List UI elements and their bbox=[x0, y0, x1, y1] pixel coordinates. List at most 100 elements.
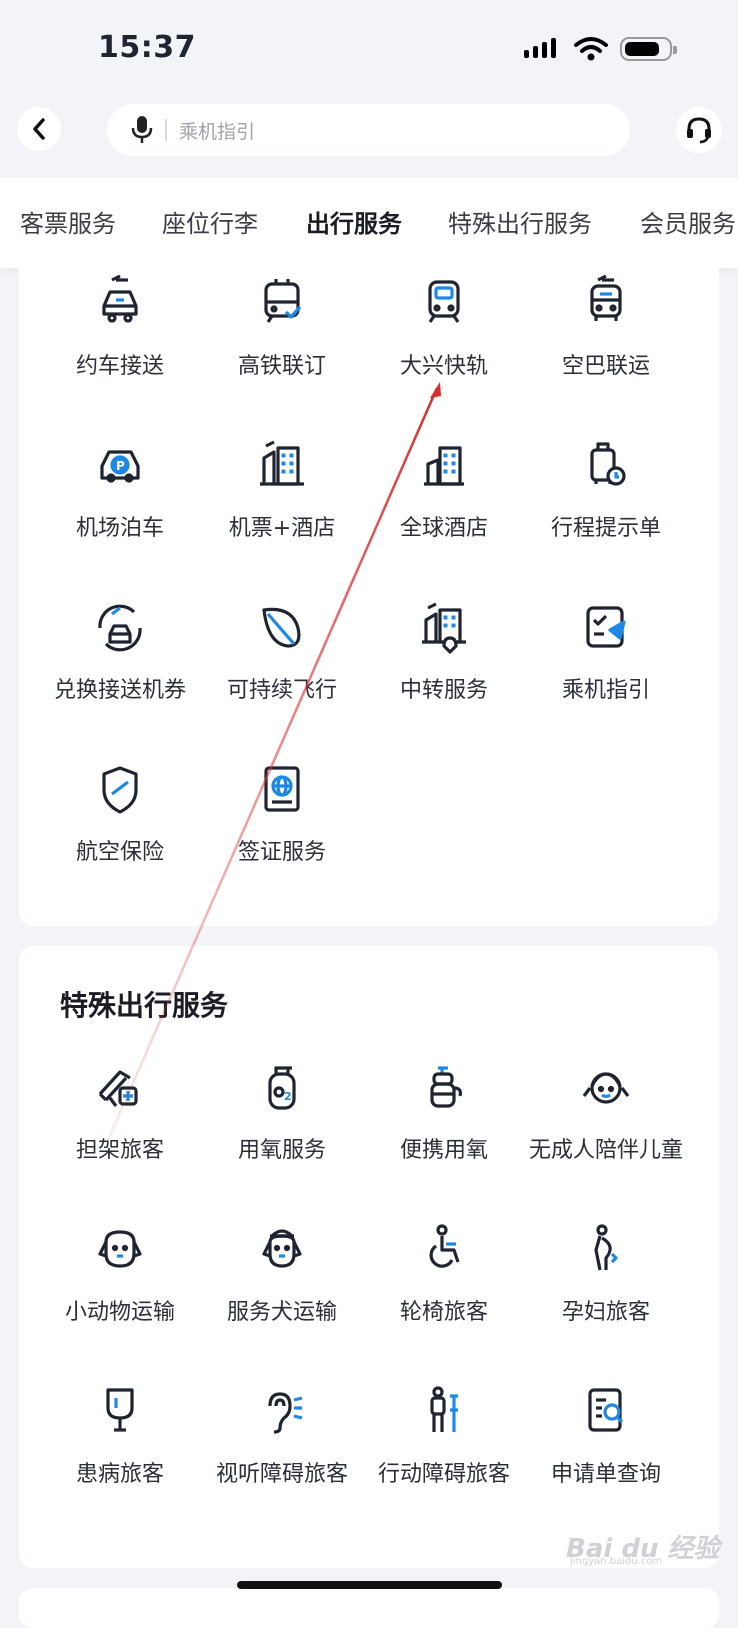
special-label: 担架旅客 bbox=[75, 1138, 164, 1163]
special-item-portable-oxygen[interactable]: 便携用氧 bbox=[359, 1058, 529, 1164]
battery-icon bbox=[620, 37, 677, 61]
special-label: 轮椅旅客 bbox=[399, 1300, 488, 1325]
service-item-flight-hotel[interactable]: 机票+酒店 bbox=[197, 436, 367, 542]
special-label: 行动障碍旅客 bbox=[377, 1462, 510, 1487]
customer-service-button[interactable] bbox=[676, 107, 722, 153]
pregnant-icon bbox=[594, 1224, 618, 1271]
search-placeholder: 乘机指引 bbox=[179, 120, 256, 143]
service-item-sustainable-flight[interactable]: 可持续飞行 bbox=[197, 598, 367, 704]
train-check-icon bbox=[264, 279, 302, 323]
search-bar[interactable]: 乘机指引 bbox=[107, 104, 630, 156]
service-item-high-speed-rail[interactable]: 高铁联订 bbox=[197, 274, 367, 380]
headset-icon bbox=[687, 117, 711, 144]
parking-car-icon: P bbox=[100, 450, 140, 483]
special-item-service-dog[interactable]: 服务犬运输 bbox=[197, 1220, 367, 1326]
next-section-card bbox=[19, 1588, 719, 1628]
transfer-icon bbox=[422, 602, 466, 654]
special-item-oxygen[interactable]: 2 用氧服务 bbox=[197, 1058, 367, 1164]
wifi-icon bbox=[574, 37, 608, 61]
special-item-pregnant[interactable]: 孕妇旅客 bbox=[521, 1220, 691, 1326]
service-dog-icon bbox=[262, 1229, 302, 1268]
hearing-icon bbox=[268, 1392, 303, 1434]
stretcher-icon bbox=[98, 1070, 138, 1107]
special-item-wheelchair[interactable]: 轮椅旅客 bbox=[359, 1220, 529, 1326]
tab-ticket-services[interactable]: 客票服务 bbox=[20, 204, 116, 239]
crutch-icon bbox=[430, 1386, 458, 1432]
special-item-pet[interactable]: 小动物运输 bbox=[35, 1220, 205, 1326]
special-label: 小动物运输 bbox=[64, 1300, 175, 1325]
home-indicator[interactable] bbox=[237, 1581, 502, 1589]
itinerary-luggage-icon bbox=[590, 442, 626, 486]
passport-icon bbox=[264, 766, 300, 812]
document-search-icon bbox=[588, 1388, 624, 1432]
special-label: 便携用氧 bbox=[399, 1138, 488, 1163]
special-services-card: 特殊出行服务 担架旅客 2 用氧服务 便携用氧 无成人陪伴儿童 小动物运输 服务… bbox=[19, 946, 719, 1568]
svg-text:P: P bbox=[116, 459, 125, 473]
portable-oxygen-icon bbox=[430, 1066, 462, 1108]
baidu-watermark: Bai du 经验 jingyan.baidu.com bbox=[566, 1528, 722, 1572]
tab-special-services[interactable]: 特殊出行服务 bbox=[448, 204, 592, 239]
tab-seat-baggage[interactable]: 座位行李 bbox=[162, 204, 258, 239]
service-label: 机场泊车 bbox=[75, 516, 164, 541]
watermark-sub: jingyan.baidu.com bbox=[570, 1556, 663, 1567]
wheelchair-icon bbox=[429, 1224, 460, 1268]
back-button[interactable] bbox=[17, 107, 61, 151]
service-label: 中转服务 bbox=[399, 678, 488, 703]
special-item-sick[interactable]: 患病旅客 bbox=[35, 1382, 205, 1488]
chevron-left-icon bbox=[33, 118, 45, 140]
service-item-parking[interactable]: P 机场泊车 bbox=[35, 436, 205, 542]
service-item-taxi[interactable]: 约车接送 bbox=[35, 274, 205, 380]
special-label: 视听障碍旅客 bbox=[215, 1462, 348, 1487]
search-divider bbox=[165, 119, 167, 141]
airport-bus-icon bbox=[590, 274, 622, 321]
cellular-signal-icon bbox=[524, 38, 556, 58]
iv-drip-icon bbox=[106, 1388, 134, 1432]
hotel-icon bbox=[424, 446, 464, 486]
taxi-icon bbox=[102, 274, 138, 323]
service-item-itinerary[interactable]: 行程提示单 bbox=[521, 436, 691, 542]
special-label: 用氧服务 bbox=[237, 1138, 326, 1163]
service-item-daxing-express[interactable]: 大兴快轨 bbox=[359, 274, 529, 380]
oxygen-tank-icon: 2 bbox=[268, 1066, 296, 1110]
special-item-stretcher[interactable]: 担架旅客 bbox=[35, 1058, 205, 1164]
pet-icon bbox=[98, 1230, 142, 1268]
service-item-insurance[interactable]: 航空保险 bbox=[35, 760, 205, 866]
microphone-icon[interactable] bbox=[127, 113, 157, 147]
service-label: 可持续飞行 bbox=[226, 678, 337, 703]
leaf-icon bbox=[262, 607, 301, 648]
special-label: 患病旅客 bbox=[75, 1462, 164, 1487]
service-label: 兑换接送机券 bbox=[53, 678, 186, 703]
service-item-transfer[interactable]: 中转服务 bbox=[359, 598, 529, 704]
special-item-mobility[interactable]: 行动障碍旅客 bbox=[359, 1382, 529, 1488]
service-item-boarding-guide[interactable]: 乘机指引 bbox=[521, 598, 691, 704]
service-label: 航空保险 bbox=[75, 840, 164, 865]
svg-text:2: 2 bbox=[284, 1090, 292, 1103]
service-item-global-hotel[interactable]: 全球酒店 bbox=[359, 436, 529, 542]
tab-member-services[interactable]: 会员服务 bbox=[640, 204, 736, 239]
tab-travel-services[interactable]: 出行服务 bbox=[306, 204, 402, 239]
service-label: 行程提示单 bbox=[550, 516, 661, 541]
special-item-application-query[interactable]: 申请单查询 bbox=[521, 1382, 691, 1488]
section-title: 特殊出行服务 bbox=[60, 989, 229, 1022]
metro-icon bbox=[428, 280, 460, 323]
special-label: 无成人陪伴儿童 bbox=[528, 1138, 683, 1163]
service-label: 约车接送 bbox=[75, 354, 164, 379]
service-label: 空巴联运 bbox=[561, 354, 650, 379]
child-icon bbox=[582, 1072, 630, 1104]
voucher-exchange-icon bbox=[98, 604, 142, 652]
special-item-hearing-vision[interactable]: 视听障碍旅客 bbox=[197, 1382, 367, 1488]
service-item-visa[interactable]: 签证服务 bbox=[197, 760, 367, 866]
service-label: 签证服务 bbox=[237, 840, 326, 865]
service-item-air-bus[interactable]: 空巴联运 bbox=[521, 274, 691, 380]
service-item-voucher-exchange[interactable]: 兑换接送机券 bbox=[35, 598, 205, 704]
special-label: 服务犬运输 bbox=[226, 1300, 337, 1325]
special-label: 孕妇旅客 bbox=[561, 1300, 650, 1325]
service-label: 高铁联订 bbox=[237, 354, 326, 379]
special-label: 申请单查询 bbox=[550, 1462, 661, 1487]
status-bar: 15:37 bbox=[0, 0, 738, 100]
service-label: 大兴快轨 bbox=[399, 354, 488, 379]
service-label: 机票+酒店 bbox=[228, 516, 336, 541]
travel-services-card: 约车接送 高铁联订 大兴快轨 空巴联运 P 机场泊车 机票+酒店 全球酒店 行程… bbox=[19, 250, 719, 926]
shield-plane-icon bbox=[102, 766, 138, 814]
special-item-unaccompanied-minor[interactable]: 无成人陪伴儿童 bbox=[521, 1058, 691, 1164]
